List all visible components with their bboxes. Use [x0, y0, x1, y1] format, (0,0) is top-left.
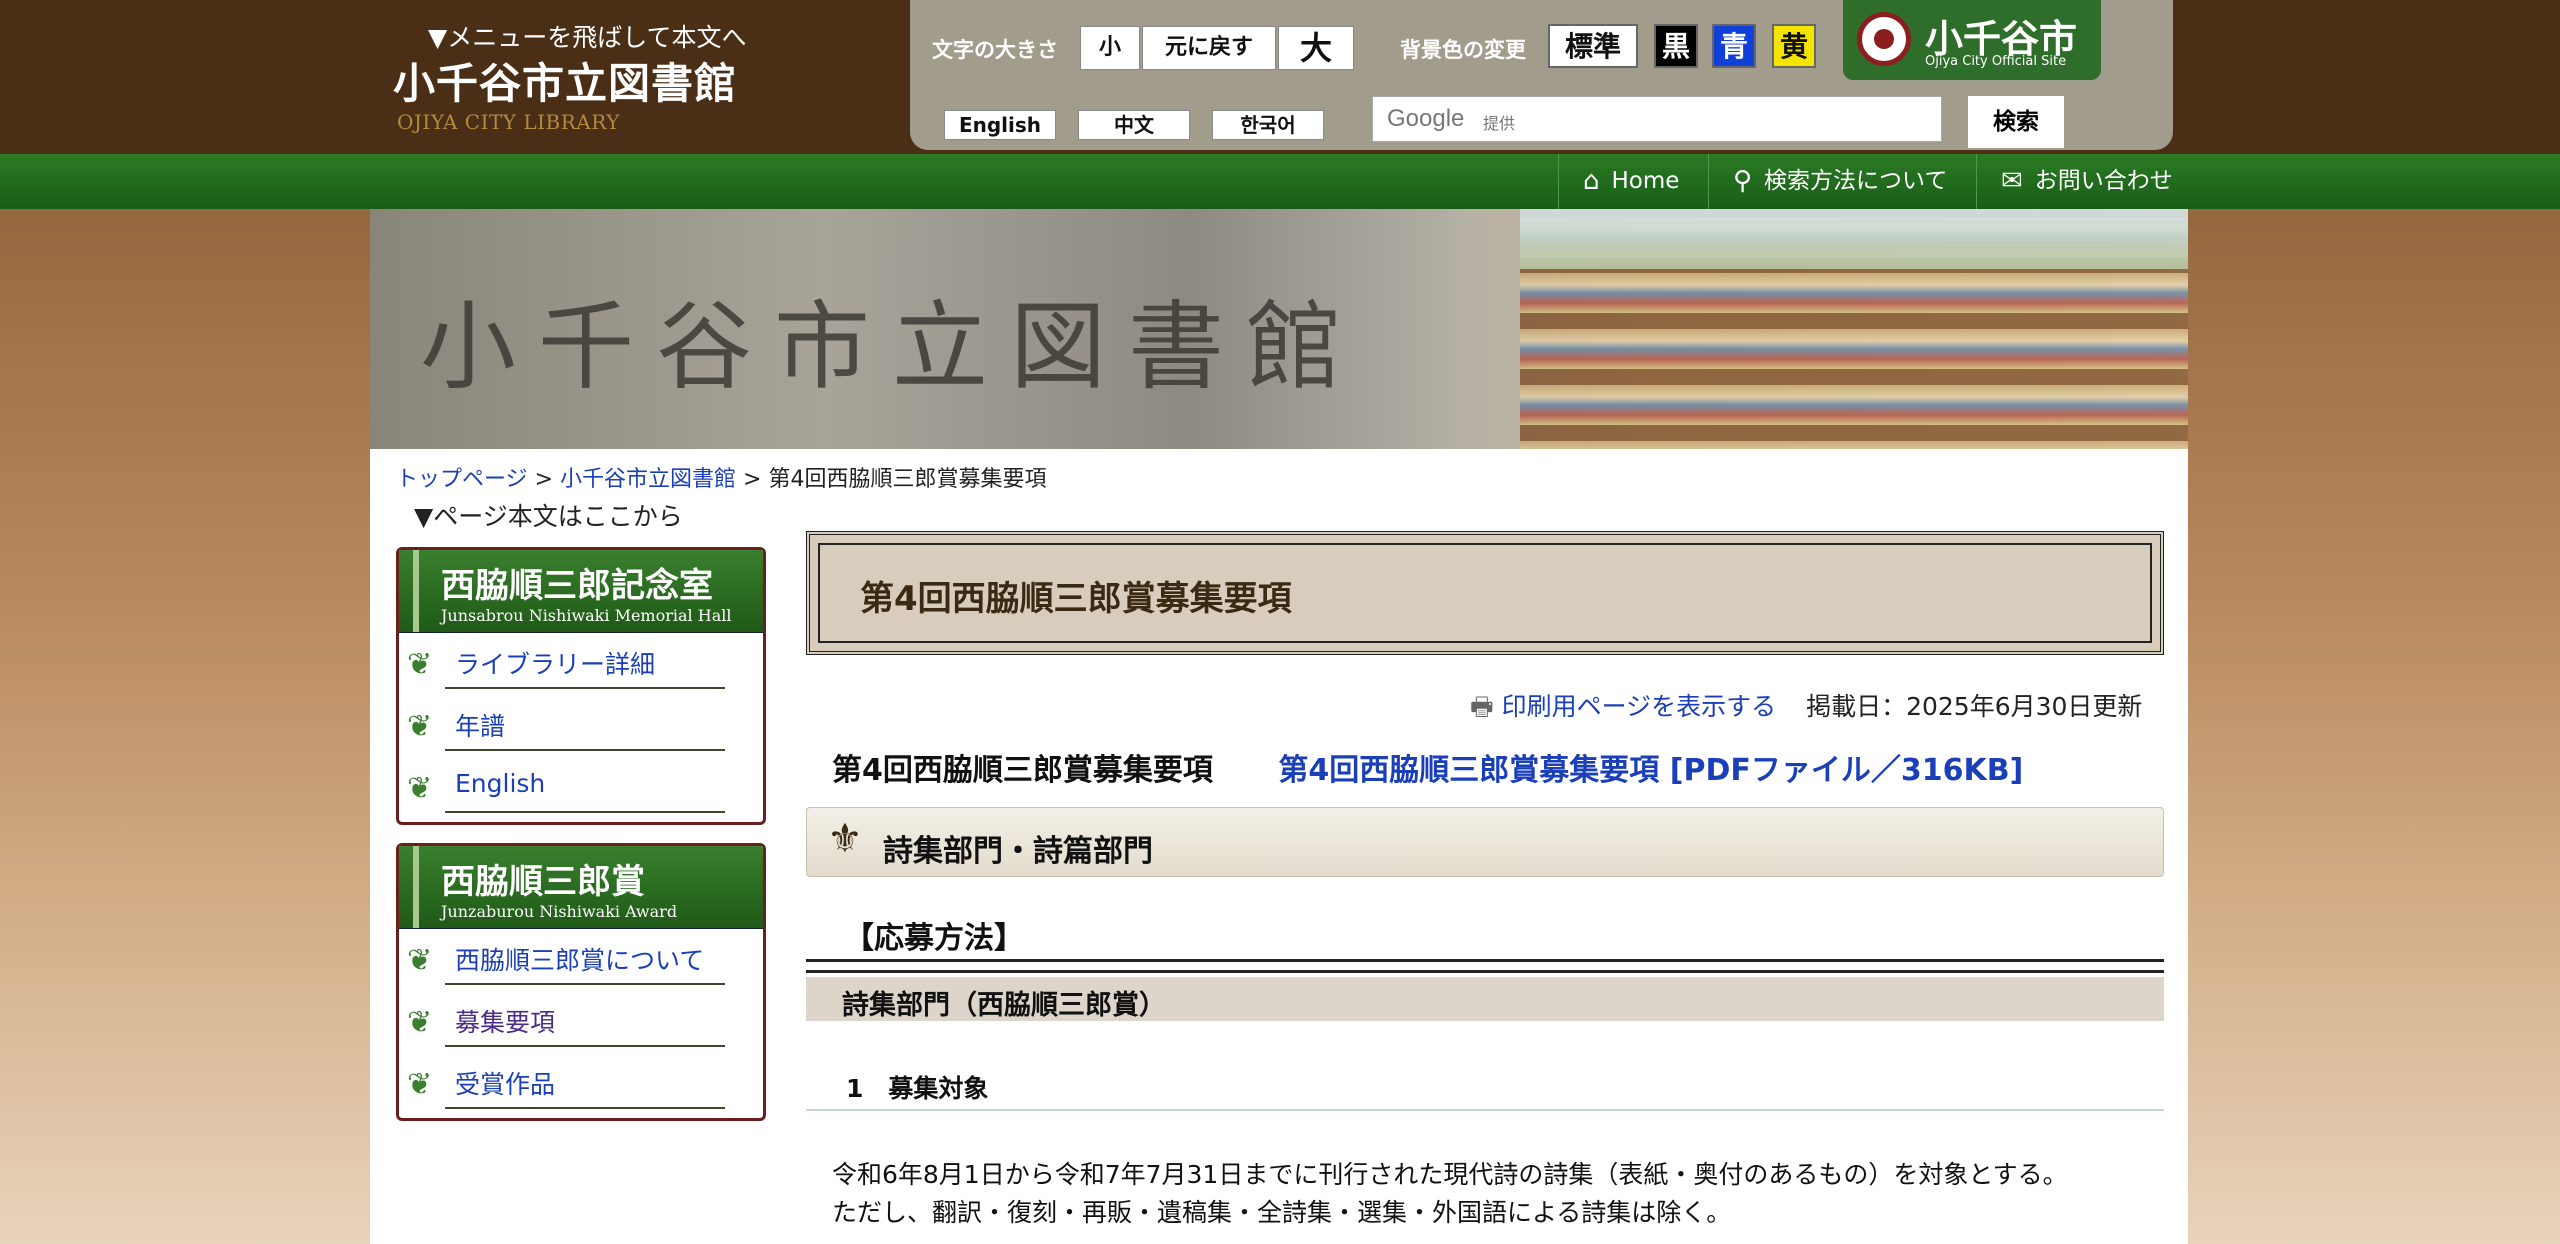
nav-home-label: Home: [1611, 168, 1680, 194]
meta-row: 🖶 印刷用ページを表示する 掲載日：2025年6月30日更新: [1470, 687, 2142, 731]
sidebar-item-english[interactable]: ❦ English: [399, 757, 763, 819]
search-icon: ⚲: [1733, 166, 1753, 196]
search-input[interactable]: Google 提供: [1372, 96, 1942, 142]
sidebar-item-about-award[interactable]: ❦ 西脇順三郎賞について: [399, 929, 763, 991]
banner-image: 小千谷市立図書館: [370, 209, 2188, 449]
text-size-small-button[interactable]: 小: [1080, 26, 1140, 70]
leaf-icon: ❦: [407, 1067, 433, 1102]
bg-blue-button[interactable]: 青: [1712, 24, 1756, 68]
sidebar-memorial-subtitle: Junsabrou Nishiwaki Memorial Hall: [441, 606, 732, 625]
body-text-line: ただし、翻訳・復刻・再販・遺稿集・全詩集・選集・外国語による詩集は除く。: [832, 1198, 1732, 1227]
page-title-frame: 第4回西脇順三郎賞募集要項: [806, 531, 2164, 655]
sidebar-item-label: English: [455, 769, 546, 798]
site-header: ▼メニューを飛ばして本文へ 小千谷市立図書館 OJIYA CITY LIBRAR…: [0, 0, 2560, 154]
sidebar-item-divider: [445, 687, 725, 689]
nav-search-method-label: 検索方法について: [1764, 168, 1948, 194]
sidebar-memorial-title: 西脇順三郎記念室: [441, 566, 713, 606]
section-heading-bar: ⚜ 詩集部門・詩篇部門: [806, 807, 2164, 877]
lang-english-button[interactable]: English: [944, 110, 1056, 140]
apply-method-heading: 【応募方法】: [844, 921, 1024, 956]
breadcrumb-top-link[interactable]: トップページ: [396, 467, 528, 492]
mail-icon: ✉: [2001, 166, 2023, 196]
sidebar-item-label: 年譜: [455, 712, 506, 741]
breadcrumb-separator: >: [743, 467, 762, 492]
breadcrumb-library-link[interactable]: 小千谷市立図書館: [560, 467, 736, 492]
department-title: 詩集部門（西脇順三郎賞）: [842, 990, 1166, 1021]
bg-standard-button[interactable]: 標準: [1548, 24, 1638, 68]
sidebar-award-box: 西脇順三郎賞 Junzaburou Nishiwaki Award ❦ 西脇順三…: [396, 843, 766, 1121]
sidebar-item-label: 募集要項: [455, 1008, 556, 1037]
text-size-large-button[interactable]: 大: [1278, 26, 1354, 70]
city-logo-link[interactable]: 小千谷市 Ojiya City Official Site: [1843, 0, 2101, 80]
google-provided-label: 提供: [1483, 114, 1516, 133]
banner-stone-text: 小千谷市立図書館: [420, 291, 1364, 403]
sidebar-item-chronology[interactable]: ❦ 年譜: [399, 695, 763, 757]
document-row: 第4回西脇順三郎賞募集要項 第4回西脇順三郎賞募集要項 [PDFファイル／316…: [832, 745, 2023, 789]
posted-date: 掲載日：2025年6月30日更新: [1806, 692, 2143, 721]
sidebar-item-label: 受賞作品: [455, 1070, 556, 1099]
heading-divider: [806, 959, 2164, 973]
google-logo: Google: [1387, 105, 1465, 132]
page-content: 小千谷市立図書館 トップページ > 小千谷市立図書館 > 第4回西脇順三郎賞募集…: [370, 209, 2188, 1244]
department-heading-bar: 詩集部門（西脇順三郎賞）: [806, 977, 2164, 1021]
text-size-label: 文字の大きさ: [932, 38, 1058, 62]
sidebar-item-divider: [445, 811, 725, 813]
sidebar-item-winners[interactable]: ❦ 受賞作品: [399, 1053, 763, 1115]
breadcrumb-current: 第4回西脇順三郎賞募集要項: [768, 467, 1047, 492]
sidebar-item-label: 西脇順三郎賞について: [455, 946, 705, 975]
print-page-link[interactable]: 印刷用ページを表示する: [1502, 692, 1777, 721]
sidebar-item-guidelines[interactable]: ❦ 募集要項: [399, 991, 763, 1053]
sidebar-item-divider: [445, 1045, 725, 1047]
city-emblem-icon: [1857, 12, 1911, 66]
sidebar-award-title: 西脇順三郎賞: [441, 862, 645, 902]
bg-color-label: 背景色の変更: [1400, 38, 1526, 62]
leaf-icon: ❦: [407, 1005, 433, 1040]
nav-contact[interactable]: ✉ お問い合わせ: [1976, 154, 2188, 209]
text-size-reset-button[interactable]: 元に戻す: [1142, 26, 1276, 70]
lang-chinese-button[interactable]: 中文: [1078, 110, 1190, 140]
bg-black-button[interactable]: 黒: [1654, 24, 1698, 68]
sidebar-memorial-box: 西脇順三郎記念室 Junsabrou Nishiwaki Memorial Ha…: [396, 547, 766, 825]
printer-icon: 🖶: [1470, 692, 1494, 721]
breadcrumb: トップページ > 小千谷市立図書館 > 第4回西脇順三郎賞募集要項: [396, 461, 1046, 493]
nav-contact-label: お問い合わせ: [2034, 168, 2173, 194]
site-subtitle: OJIYA CITY LIBRARY: [397, 110, 620, 134]
sidebar-award-subtitle: Junzaburou Nishiwaki Award: [441, 902, 678, 921]
leaf-icon: ❦: [407, 647, 433, 682]
document-title: 第4回西脇順三郎賞募集要項: [832, 753, 1213, 788]
leaf-icon: ❦: [407, 943, 433, 978]
home-icon: ⌂: [1583, 166, 1600, 196]
search-button[interactable]: 検索: [1968, 96, 2064, 148]
skip-to-content-link[interactable]: ▼メニューを飛ばして本文へ: [428, 18, 746, 54]
city-subtitle: Ojiya City Official Site: [1925, 54, 2067, 69]
sidebar-item-library-detail[interactable]: ❦ ライブラリー詳細: [399, 633, 763, 695]
breadcrumb-separator: >: [534, 467, 553, 492]
target-heading: 1 募集対象: [846, 1074, 989, 1103]
pdf-download-link[interactable]: 第4回西脇順三郎賞募集要項 [PDFファイル／316KB]: [1278, 753, 2023, 788]
nav-search-method[interactable]: ⚲ 検索方法について: [1708, 154, 1976, 209]
sidebar-item-divider: [445, 983, 725, 985]
leaf-icon: ❦: [407, 771, 433, 806]
sidebar-item-divider: [445, 749, 725, 751]
fleur-ornament-icon: ⚜: [827, 816, 863, 862]
sidebar-memorial-header[interactable]: 西脇順三郎記念室 Junsabrou Nishiwaki Memorial Ha…: [399, 550, 763, 633]
section-title: 詩集部門・詩篇部門: [883, 834, 1153, 869]
page-title: 第4回西脇順三郎賞募集要項: [860, 579, 1292, 619]
body-text-line: 令和6年8月1日から令和7年7月31日までに刊行された現代詩の詩集（表紙・奥付の…: [832, 1160, 2068, 1189]
sidebar-item-divider: [445, 1107, 725, 1109]
sidebar-item-label: ライブラリー詳細: [455, 650, 656, 679]
sidebar-award-header[interactable]: 西脇順三郎賞 Junzaburou Nishiwaki Award: [399, 846, 763, 929]
bg-yellow-button[interactable]: 黄: [1772, 24, 1816, 68]
main-content-marker: ▼ページ本文はここから: [414, 502, 683, 531]
nav-home[interactable]: ⌂ Home: [1558, 154, 1708, 209]
target-divider: [806, 1109, 2164, 1111]
main-nav: ⌂ Home ⚲ 検索方法について ✉ お問い合わせ: [0, 154, 2560, 209]
banner-window: [1520, 209, 2188, 269]
site-title[interactable]: 小千谷市立図書館: [393, 50, 737, 111]
lang-korean-button[interactable]: 한국어: [1212, 110, 1324, 140]
leaf-icon: ❦: [407, 709, 433, 744]
